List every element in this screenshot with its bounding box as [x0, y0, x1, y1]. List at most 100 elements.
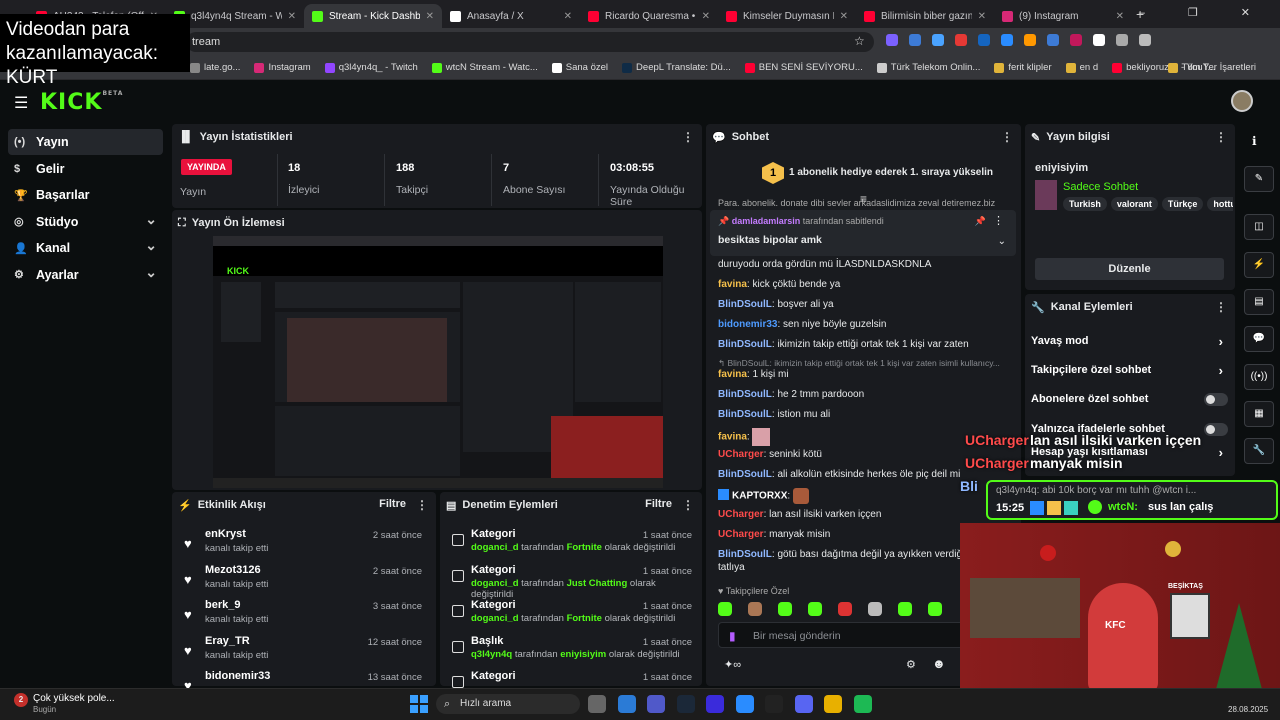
emote-icon[interactable]	[838, 602, 852, 616]
chat-message[interactable]: bidonemir33: sen niye böyle guzelsin	[718, 318, 1008, 331]
chat-menu-icon[interactable]: ⋮	[1001, 130, 1013, 144]
browser-tab[interactable]: Ricardo Quaresma • Çinge ✕	[580, 4, 718, 28]
moderator-name[interactable]: q3l4yn4q	[471, 649, 512, 660]
moderation-menu-icon[interactable]: ⋮	[682, 498, 694, 512]
stream-tag[interactable]: Türkçe	[1161, 197, 1204, 211]
stream-tag[interactable]: hottul	[1207, 197, 1233, 211]
avatar[interactable]	[1231, 90, 1253, 112]
channel-action-0[interactable]: Yavaş mod ›	[1031, 334, 1231, 349]
rail-tool-icon[interactable]: ((•))	[1244, 364, 1274, 390]
chat-username[interactable]: favina	[718, 369, 747, 380]
extension-icon[interactable]	[1001, 34, 1013, 46]
stats-menu-icon[interactable]: ⋮	[682, 130, 694, 144]
moderator-name[interactable]: doganci_d	[471, 542, 519, 553]
taskbar-app-icon[interactable]	[853, 695, 872, 713]
bookmark-item[interactable]: wtcN Stream - Watc...	[431, 62, 538, 73]
taskbar-search[interactable]: ⌕ Hızlı arama	[436, 694, 580, 714]
rail-tool-icon[interactable]: ▦	[1244, 401, 1274, 427]
channel-actions-menu-icon[interactable]: ⋮	[1215, 300, 1227, 314]
emote-icon[interactable]	[898, 602, 912, 616]
extension-icon[interactable]	[1093, 34, 1105, 46]
emote-picker-icon[interactable]: ☻	[932, 656, 946, 671]
chat-username[interactable]: BlinDSoulL	[718, 339, 772, 350]
chat-message[interactable]: duruyodu orda gördün mü İLASDNLDASKDNLA	[718, 258, 1008, 271]
emote-icon[interactable]	[718, 602, 732, 616]
chat-username[interactable]: UCharger	[718, 449, 764, 460]
tab-close-icon[interactable]: ✕	[978, 11, 986, 22]
bookmark-item[interactable]: Sana özel	[551, 62, 608, 73]
bookmark-item[interactable]: Tüm Yer İşaretleri	[1167, 62, 1256, 73]
rail-tool-icon[interactable]: 💬	[1244, 326, 1274, 352]
browser-tab[interactable]: Kimseler Duymasın İçimde ✕	[718, 4, 856, 28]
notification-title[interactable]: Çok yüksek pole...	[33, 693, 115, 704]
rail-tool-icon[interactable]: ◫	[1244, 214, 1274, 240]
chat-username[interactable]: UCharger	[718, 509, 764, 520]
taskbar-app-icon[interactable]	[617, 695, 636, 713]
sidebar-item-0[interactable]: (•) Yayın	[8, 129, 163, 155]
browser-tab[interactable]: Anasayfa / X ✕	[442, 4, 580, 28]
sidebar-item-5[interactable]: ⚙ Ayarlar ⌄	[8, 262, 163, 288]
pinned-message[interactable]: 📌 damladamlarsin tarafından sabitlendi b…	[710, 210, 1016, 256]
stream-preview-video[interactable]: KICK	[213, 236, 663, 488]
extension-icon[interactable]	[1139, 34, 1151, 46]
sidebar-item-1[interactable]: $ Gelir	[8, 156, 163, 182]
event-user[interactable]: bidonemir33	[205, 670, 270, 682]
emote-icon[interactable]	[748, 602, 762, 616]
bookmark-item[interactable]: late.go...	[190, 62, 240, 73]
moderator-name[interactable]: doganci_d	[471, 613, 519, 624]
bookmark-item[interactable]: BEN SENİ SEVİYORU...	[744, 62, 863, 73]
events-menu-icon[interactable]: ⋮	[416, 498, 428, 512]
tab-close-icon[interactable]: ✕	[1116, 11, 1124, 22]
windows-start-icon[interactable]	[410, 695, 428, 713]
taskbar-app-icon[interactable]	[588, 695, 606, 713]
extension-icons[interactable]	[886, 34, 1246, 48]
scroll-down-icon[interactable]: ≡	[860, 192, 867, 206]
sidebar-item-2[interactable]: 🏆 Başarılar	[8, 182, 163, 208]
taskbar-app-icon[interactable]	[706, 695, 724, 713]
chat-settings-icon[interactable]: ⚙	[906, 658, 916, 671]
extension-icon[interactable]	[909, 34, 921, 46]
chevron-down-icon[interactable]: ⌄	[998, 236, 1006, 247]
taskbar-app-icon[interactable]	[765, 695, 783, 713]
pinned-menu-icon[interactable]: ⋮	[993, 214, 1004, 227]
browser-tab[interactable]: (9) Instagram ✕	[994, 4, 1132, 28]
chat-message[interactable]: UCharger: lan asıl ilsiki varken iççen	[718, 508, 1008, 521]
browser-tab[interactable]: Bilirmisin biber gazını - Yo ✕	[856, 4, 994, 28]
extension-icon[interactable]	[1070, 34, 1082, 46]
chat-username[interactable]: favina	[718, 279, 747, 290]
moderator-name[interactable]: doganci_d	[471, 578, 519, 589]
event-user[interactable]: berk_9	[205, 599, 240, 611]
toggle-switch[interactable]	[1204, 393, 1228, 406]
edit-button[interactable]: Düzenle	[1035, 258, 1224, 280]
bookmark-star-icon[interactable]: ☆	[854, 34, 865, 48]
chat-username[interactable]: BlinDSoulL	[718, 389, 772, 400]
chat-message[interactable]: BlinDSoulL: boşver ali ya	[718, 298, 1008, 311]
moderation-filter-button[interactable]: Filtre	[645, 498, 672, 510]
extension-icon[interactable]	[886, 34, 898, 46]
stream-tag[interactable]: valorant	[1110, 197, 1158, 211]
channel-action-2[interactable]: Abonelere özel sohbet	[1031, 393, 1231, 406]
event-user[interactable]: Mezot3126	[205, 564, 261, 576]
browser-tab[interactable]: Stream - Kick Dashboard ✕	[304, 4, 442, 28]
chat-message[interactable]: BlinDSoulL: istion mu ali	[718, 408, 1008, 421]
emote-icon[interactable]	[868, 602, 882, 616]
chat-username[interactable]: bidonemir33	[718, 319, 777, 330]
stream-info-menu-icon[interactable]: ⋮	[1215, 130, 1227, 144]
rail-tool-icon[interactable]: 🔧	[1244, 438, 1274, 464]
extension-icon[interactable]	[955, 34, 967, 46]
unpin-icon[interactable]: 📌	[975, 216, 986, 227]
chat-username[interactable]: UCharger	[718, 529, 764, 540]
rail-tool-icon[interactable]: ✎	[1244, 166, 1274, 192]
emote-icon[interactable]	[928, 602, 942, 616]
chat-username[interactable]: KAPTORXX	[732, 491, 787, 502]
category-name[interactable]: Sadece Sohbet	[1063, 181, 1138, 193]
window-controls[interactable]: – ❐ ✕	[1139, 6, 1270, 19]
bookmark-item[interactable]: Türk Telekom Onlin...	[876, 62, 980, 73]
tab-close-icon[interactable]: ✕	[840, 11, 848, 22]
chat-message[interactable]: favina: 1 kişi mi	[718, 368, 1008, 381]
emote-icon[interactable]	[808, 602, 822, 616]
sidebar-item-3[interactable]: ◎ Stüdyo ⌄	[8, 209, 163, 235]
url-input[interactable]: tream	[186, 32, 874, 52]
chat-message[interactable]: BlinDSoulL: he 2 tmm pardooon	[718, 388, 1008, 401]
event-user[interactable]: enKryst	[205, 528, 246, 540]
